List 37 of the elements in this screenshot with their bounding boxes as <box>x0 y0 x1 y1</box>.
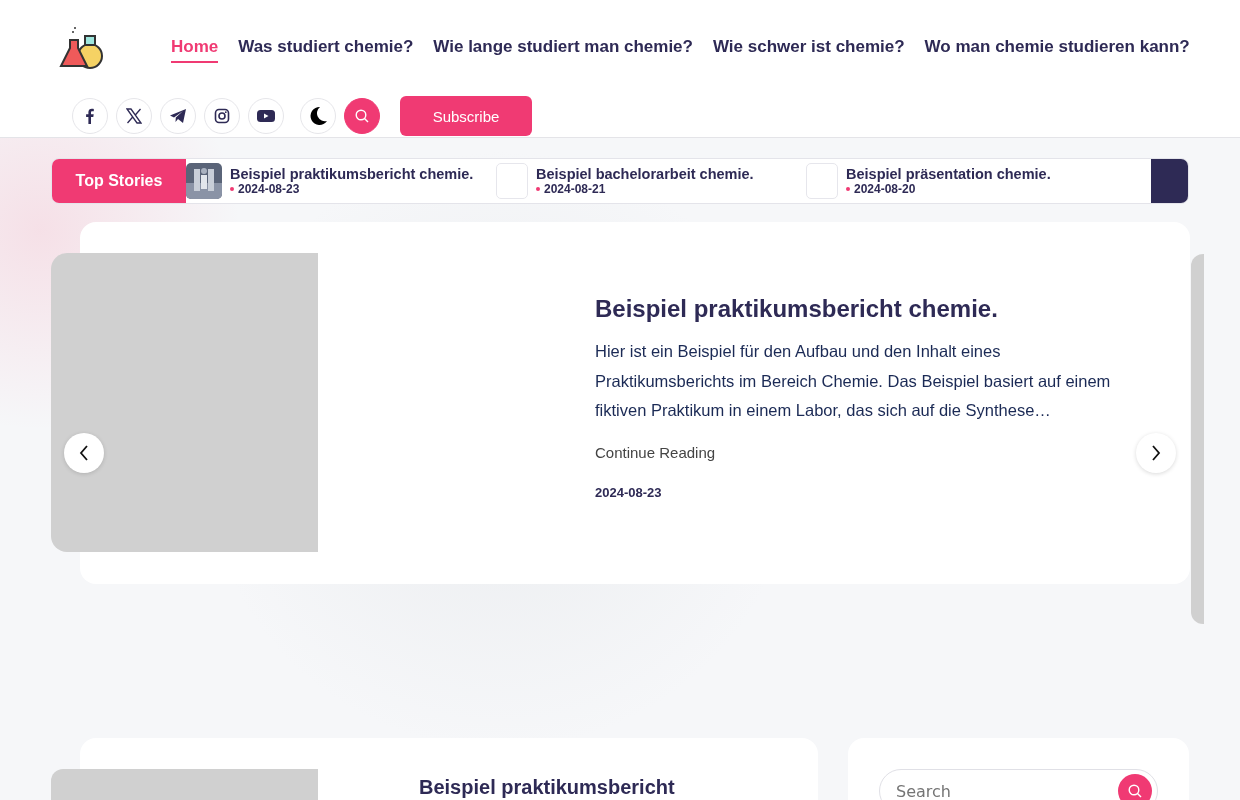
paper-plane-icon <box>169 108 187 124</box>
story-date: 2024-08-20 <box>846 182 1051 196</box>
thumbnail-frame <box>496 163 528 199</box>
story-link[interactable]: Beispiel präsentation chemie. <box>846 166 1051 182</box>
subscribe-button[interactable]: Subscribe <box>400 96 532 136</box>
nav-link[interactable]: Wo man chemie studieren kann? <box>924 37 1190 63</box>
play-icon <box>257 109 275 123</box>
nav-link[interactable]: Was studiert chemie? <box>238 37 414 63</box>
search-icon <box>355 109 369 123</box>
story-link[interactable]: Beispiel praktikumsbericht chemie. <box>230 166 474 182</box>
top-stories-label: Top Stories <box>52 159 186 203</box>
social-button[interactable] <box>72 98 108 134</box>
dark-mode-button[interactable] <box>300 98 336 134</box>
social-button[interactable] <box>248 98 284 134</box>
story-link[interactable]: Beispiel bachelorarbeit chemie. <box>536 166 754 182</box>
featured-date: 2024-08-23 <box>595 484 662 500</box>
featured-excerpt: Hier ist ein Beispiel für den Aufbau und den Inhalt eines Praktikumsberichts im Bereich Chemie. Das Beispiel basiert auf einem fiktiven Praktikum in einem Labor, das sich auf die Synthese… <box>595 341 1112 421</box>
social-button[interactable] <box>116 98 152 134</box>
thumbnail-frame <box>806 163 838 199</box>
continue-reading-link[interactable]: Continue Reading <box>595 443 716 461</box>
moon-icon <box>308 106 328 126</box>
search-button[interactable] <box>344 98 380 134</box>
social-button[interactable] <box>204 98 240 134</box>
nav-link[interactable]: Wie schwer ist chemie? <box>712 37 905 63</box>
nav-link[interactable]: Wie lange studiert man chemie? <box>433 37 693 63</box>
featured-title[interactable]: Beispiel praktikumsbericht chemie. <box>595 295 998 323</box>
social-button[interactable] <box>160 98 196 134</box>
x-logo-icon <box>126 108 142 124</box>
story-date: 2024-08-23 <box>230 182 474 196</box>
camera-icon <box>214 108 230 124</box>
chevron-right-icon <box>1151 445 1161 461</box>
search-field[interactable]: Search <box>879 769 1158 800</box>
post-title[interactable]: Beispiel praktikumsbericht <box>419 776 675 798</box>
nav-link[interactable]: Home <box>171 37 219 63</box>
story-date: 2024-08-21 <box>536 182 754 196</box>
search-icon <box>1128 784 1142 798</box>
chevron-left-icon <box>79 445 89 461</box>
